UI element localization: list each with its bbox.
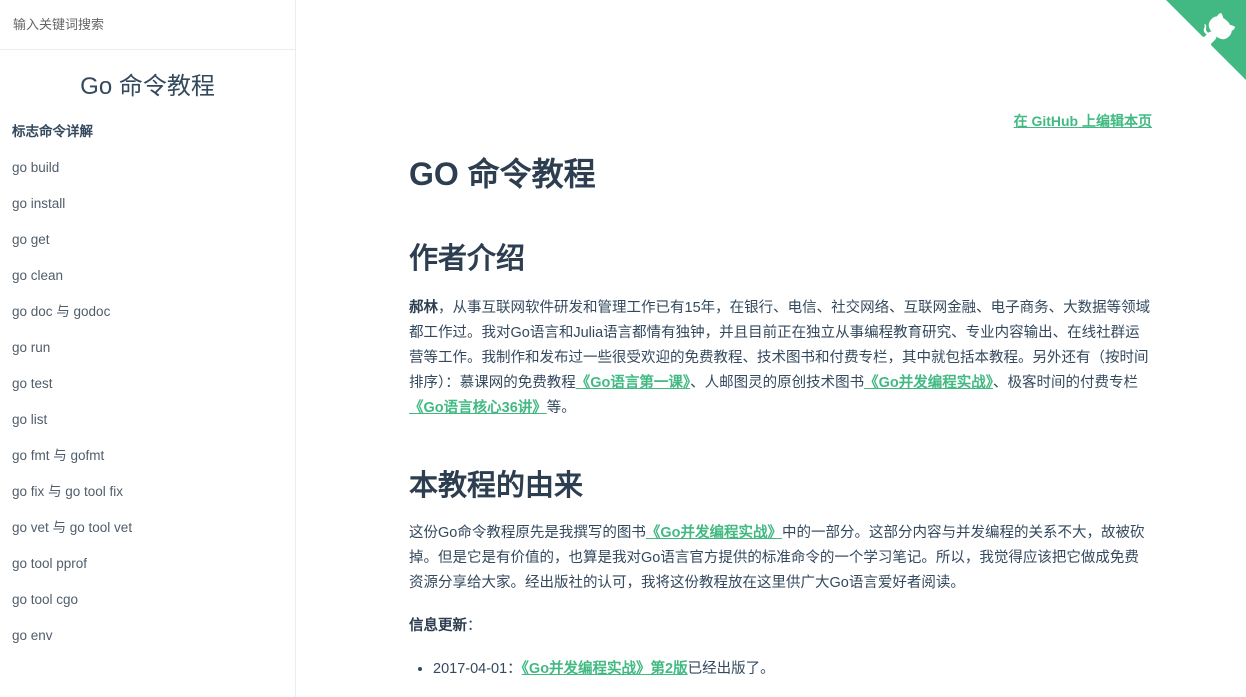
app-name[interactable]: Go 命令教程 xyxy=(0,72,295,102)
sidebar-item-go-doc[interactable]: go doc 与 godoc xyxy=(12,300,283,336)
link-go-concurrency-book[interactable]: 《Go并发编程实战》 xyxy=(864,375,993,391)
sidebar-item-go-run[interactable]: go run xyxy=(12,336,283,372)
list-item: 2017-04-01：《Go并发编程实战》第2版已经出版了。 xyxy=(433,657,775,682)
sidebar-item-go-env[interactable]: go env xyxy=(12,624,283,660)
info-update-label: 信息更新： xyxy=(409,614,1152,639)
author-paragraph: 郝林，从事互联网软件研发和管理工作已有15年，在银行、电信、社交网络、互联网金融… xyxy=(409,296,1152,421)
author-name: 郝林 xyxy=(409,300,438,316)
author-text-c: 、极客时间的付费专栏 xyxy=(993,375,1139,391)
origin-paragraph: 这份Go命令教程原先是我撰写的图书《Go并发编程实战》中的一部分。这部分内容与并… xyxy=(409,521,1152,596)
link-go-first-lesson[interactable]: 《Go语言第一课》 xyxy=(576,375,690,391)
heading-origin: 本教程的由来 xyxy=(409,470,584,502)
origin-text-a: 这份Go命令教程原先是我撰写的图书 xyxy=(409,525,646,541)
update-tail: 已经出版了。 xyxy=(687,661,775,677)
author-text-b: 、人邮图灵的原创技术图书 xyxy=(690,375,865,391)
search-input[interactable] xyxy=(11,16,284,33)
github-corner[interactable] xyxy=(1166,0,1246,80)
sidebar-nav: 标志命令详解 go build go install go get go cle… xyxy=(0,120,295,660)
update-date: 2017-04-01： xyxy=(433,661,522,677)
heading-author: 作者介绍 xyxy=(409,243,526,275)
github-octocat-icon xyxy=(1166,0,1246,80)
info-label: 信息更新 xyxy=(409,618,467,634)
sidebar-item-go-get[interactable]: go get xyxy=(12,228,283,264)
link-second-edition[interactable]: 《Go并发编程实战》第2版 xyxy=(522,661,688,677)
edit-on-github-link[interactable]: 在 GitHub 上编辑本页 xyxy=(1014,111,1152,131)
sidebar-item-go-fmt[interactable]: go fmt 与 gofmt xyxy=(12,444,283,480)
sidebar-item-go-list[interactable]: go list xyxy=(12,408,283,444)
sidebar-item-go-tool-cgo[interactable]: go tool cgo xyxy=(12,588,283,624)
sidebar-item-go-tool-pprof[interactable]: go tool pprof xyxy=(12,552,283,588)
sidebar: Go 命令教程 标志命令详解 go build go install go ge… xyxy=(0,0,296,697)
search-box xyxy=(0,0,295,50)
sidebar-item-go-vet[interactable]: go vet 与 go tool vet xyxy=(12,516,283,552)
sidebar-item-go-fix[interactable]: go fix 与 go tool fix xyxy=(12,480,283,516)
sidebar-item-flags[interactable]: 标志命令详解 xyxy=(12,120,283,156)
sidebar-item-go-test[interactable]: go test xyxy=(12,372,283,408)
link-go-concurrency-book-2[interactable]: 《Go并发编程实战》 xyxy=(646,525,782,541)
author-text-d: 等。 xyxy=(546,400,576,416)
page-title: GO 命令教程 xyxy=(409,156,596,192)
sidebar-item-go-build[interactable]: go build xyxy=(12,156,283,192)
sidebar-item-go-install[interactable]: go install xyxy=(12,192,283,228)
link-go-core-36[interactable]: 《Go语言核心36讲》 xyxy=(409,400,547,416)
sidebar-item-go-clean[interactable]: go clean xyxy=(12,264,283,300)
info-colon: ： xyxy=(467,618,482,634)
update-list: 2017-04-01：《Go并发编程实战》第2版已经出版了。 xyxy=(409,657,775,682)
